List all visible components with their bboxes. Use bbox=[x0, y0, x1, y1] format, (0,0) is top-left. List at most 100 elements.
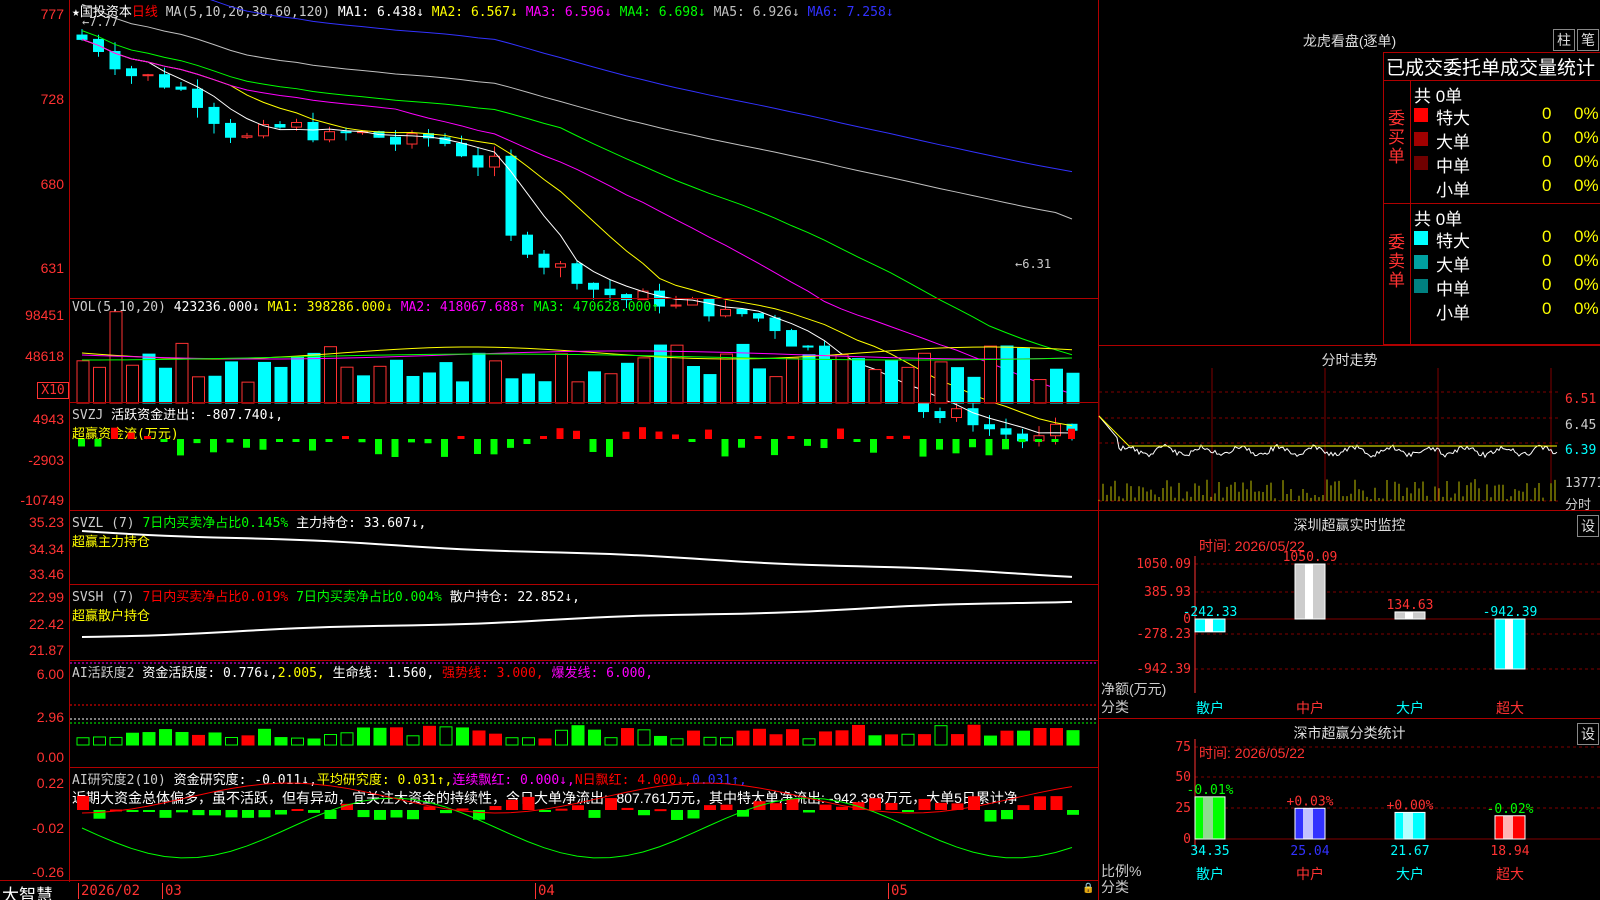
volume-bar bbox=[637, 357, 651, 404]
svzj-panel[interactable]: SVZJ 活跃资金进出: -807.740↓, 超赢资金流(万元) bbox=[70, 402, 1098, 510]
candle-body bbox=[522, 234, 533, 255]
ma-line bbox=[81, 3, 1073, 220]
order-type: 大单 bbox=[1436, 256, 1470, 275]
bar-highlight bbox=[1203, 796, 1213, 839]
fund-flow-bar bbox=[688, 439, 696, 442]
volume-bar bbox=[571, 381, 585, 404]
monitor-bar bbox=[1294, 563, 1326, 620]
volume-panel[interactable]: VOL(5,10,20) 423236.000↓ MA1: 398286.000… bbox=[70, 298, 1098, 404]
activity-bar bbox=[802, 738, 816, 746]
brand-logo: 大智慧 bbox=[2, 886, 53, 900]
candle-body bbox=[175, 86, 187, 90]
volume-bar bbox=[901, 366, 915, 404]
ai1-ytick: 6.00 bbox=[36, 666, 64, 682]
bar-highlight bbox=[1505, 619, 1513, 669]
monitor-bar bbox=[1394, 611, 1426, 620]
volume-bar bbox=[769, 376, 783, 404]
volume-bar bbox=[175, 342, 189, 404]
ai-activity-panel[interactable]: AI活跃度2 资金活跃度: 0.776↓,2.005, 生命线: 1.560, … bbox=[70, 660, 1098, 767]
candle-body bbox=[588, 282, 599, 290]
fund-flow-bar bbox=[919, 439, 927, 457]
activity-bar bbox=[868, 735, 882, 746]
volume-bar bbox=[225, 361, 238, 404]
volume-bar bbox=[291, 356, 304, 404]
research-bar bbox=[1067, 810, 1079, 815]
volume-bar bbox=[621, 362, 634, 404]
order-type: 特大 bbox=[1436, 232, 1470, 251]
lock-icon[interactable]: 🔒 bbox=[1082, 883, 1094, 894]
order-pct: 0% bbox=[1574, 176, 1599, 195]
fund-flow-bar bbox=[94, 439, 102, 447]
candle-body bbox=[291, 121, 302, 128]
intraday-panel[interactable]: 分时走势 6.51 6.45 6.39 13771 分时 bbox=[1098, 345, 1600, 512]
candle-body bbox=[489, 155, 500, 168]
activity-bar bbox=[885, 734, 898, 746]
svzl-panel[interactable]: SVZL (7) 7日内买卖净占比0.145% 主力持仓: 33.607↓, 超… bbox=[70, 510, 1098, 584]
ai-research-panel[interactable]: AI研究度2(10) 资金研究度: -0.011↓,平均研究度: 0.031↑,… bbox=[70, 767, 1098, 880]
volume-bar bbox=[852, 358, 865, 404]
ai2-ytick: -0.02 bbox=[32, 820, 64, 836]
order-row: 大单 0 0% bbox=[1414, 251, 1600, 275]
research-bar bbox=[258, 810, 271, 818]
research-bar bbox=[93, 810, 106, 819]
candle-body bbox=[142, 74, 154, 77]
volume-bar bbox=[1017, 347, 1030, 404]
order-row: 小单 0 0% bbox=[1414, 299, 1600, 323]
stat-change-label: +0.03% bbox=[1287, 794, 1334, 809]
ai2-ytick: -0.26 bbox=[32, 864, 64, 880]
stat-value-label: 21.67 bbox=[1390, 844, 1429, 859]
order-pct: 0% bbox=[1574, 227, 1599, 246]
activity-bar bbox=[274, 737, 288, 746]
volume-bar bbox=[984, 345, 997, 404]
monitor-value-label: -242.33 bbox=[1183, 605, 1238, 620]
activity-bar bbox=[637, 729, 651, 746]
research-bar bbox=[440, 810, 452, 814]
bar-mode-button[interactable]: 柱 bbox=[1553, 29, 1575, 51]
volume-bar bbox=[340, 366, 354, 404]
volume-bar bbox=[142, 353, 156, 404]
candle-body bbox=[208, 106, 220, 124]
fund-flow-bar bbox=[1051, 439, 1059, 442]
vol-unit-badge[interactable]: X10 bbox=[37, 382, 69, 399]
activity-bar bbox=[258, 728, 271, 746]
sz-stat-chart: 7550250-0.01%34.35散户+0.03%25.04中户+0.00%2… bbox=[1175, 739, 1600, 883]
fund-flow-bar bbox=[1035, 439, 1042, 442]
fund-flow-bar bbox=[787, 436, 795, 439]
svzj-ytick: -2903 bbox=[28, 452, 64, 468]
sz-stat-panel: 深市超赢分类统计 设 时间: 2026/05/22 75 50 25 0 -0.01% 3… bbox=[1098, 718, 1600, 900]
volume-bar bbox=[1033, 379, 1047, 404]
monitor-category: 中户 bbox=[1296, 700, 1324, 717]
volume-bar bbox=[1066, 372, 1080, 404]
fund-flow-bar bbox=[804, 439, 811, 446]
monitor-ylabel: 净额(万元) bbox=[1101, 681, 1167, 697]
stat-category: 散户 bbox=[1196, 866, 1224, 883]
activity-bar bbox=[505, 737, 519, 746]
research-bar bbox=[572, 805, 584, 810]
activity-bar bbox=[852, 724, 865, 746]
research-bar bbox=[489, 806, 502, 810]
intraday-price: 6.51 bbox=[1565, 392, 1597, 407]
candle-body bbox=[472, 155, 484, 168]
stat-category: 中户 bbox=[1296, 866, 1324, 883]
research-bar bbox=[1050, 796, 1063, 810]
fund-flow-bar bbox=[342, 436, 349, 439]
activity-bar bbox=[324, 734, 337, 746]
research-bar bbox=[588, 810, 601, 818]
activity-bar bbox=[126, 732, 139, 746]
stat-bar bbox=[1294, 807, 1326, 840]
svzj-ytick: -10749 bbox=[20, 492, 64, 508]
order-row: 中单 0 0% bbox=[1414, 152, 1600, 176]
intraday-volume: 13771 bbox=[1565, 476, 1600, 491]
activity-bar bbox=[1066, 730, 1080, 746]
fund-flow-bar bbox=[259, 439, 267, 450]
candle-body bbox=[241, 135, 253, 138]
color-swatch bbox=[1414, 231, 1428, 245]
activity-bar bbox=[918, 734, 931, 746]
research-bar bbox=[522, 796, 535, 810]
svsh-panel[interactable]: SVSH (7) 7日内买卖净占比0.019% 7日内买卖净占比0.004% 散… bbox=[70, 584, 1098, 660]
tick-mode-button[interactable]: 笔 bbox=[1577, 29, 1599, 51]
kline-panel[interactable]: ★国投资本日线 MA(5,10,20,30,60,120) MA1: 6.438… bbox=[70, 0, 1098, 449]
volume-chart bbox=[76, 311, 1080, 404]
bar-highlight bbox=[1205, 619, 1213, 632]
fund-flow-bar bbox=[705, 429, 712, 439]
